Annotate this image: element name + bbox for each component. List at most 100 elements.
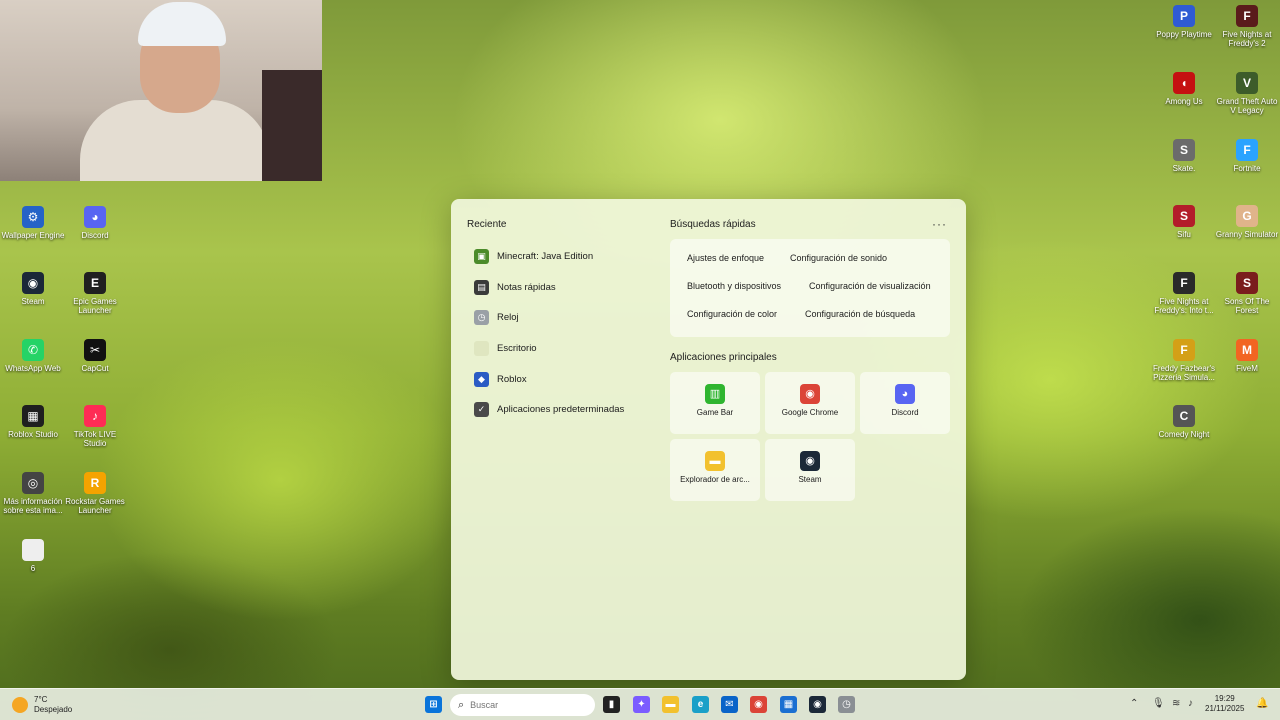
desktop-shortcut-label: WhatsApp Web [5, 364, 61, 373]
steam-icon: ◉ [22, 272, 44, 294]
top-app-tile[interactable]: ◕ Discord [860, 372, 950, 434]
desktop-shortcut[interactable]: ◖ Among Us [1151, 72, 1217, 106]
taskbar-search-box[interactable]: ⌕ [450, 694, 595, 716]
copilot-icon[interactable]: ✦ [633, 696, 650, 713]
volume-icon[interactable]: ♪ [1188, 698, 1193, 709]
desktop-shortcut-label: CapCut [81, 364, 109, 373]
search-icon: ⌕ [458, 698, 465, 711]
desktop-shortcut[interactable]: G Granny Simulator [1214, 205, 1280, 239]
desktop-shortcut[interactable]: S Skate. [1151, 139, 1217, 173]
wifi-icon[interactable]: ≋ [1172, 698, 1180, 709]
top-apps-heading: Aplicaciones principales [670, 352, 777, 363]
desktop-shortcut[interactable]: R Rockstar Games Launcher [62, 472, 128, 515]
quick-search-chip[interactable]: Configuración de visualización [809, 281, 931, 291]
microphone-icon[interactable]: 🎙 [1152, 698, 1165, 709]
desktop-shortcut-label: Skate. [1172, 164, 1196, 173]
show-hidden-icons-chevron-icon[interactable]: ⌃ [1130, 698, 1138, 709]
desktop-shortcut[interactable]: E Epic Games Launcher [62, 272, 128, 315]
quick-search-chip[interactable]: Ajustes de enfoque [687, 253, 764, 263]
top-app-label: Steam [798, 475, 822, 484]
recent-item-label: Aplicaciones predeterminadas [497, 404, 625, 416]
sticky-notes-icon: ▤ [474, 279, 489, 295]
desktop-shortcut[interactable]: M FiveM [1214, 339, 1280, 373]
desktop-shortcut-label: Poppy Playtime [1156, 30, 1212, 39]
desktop-shortcut[interactable]: F Five Nights at Freddy's 2 [1214, 5, 1280, 48]
windows-start-icon[interactable]: ⊞ [425, 696, 442, 713]
desktop-shortcut-label: Epic Games Launcher [73, 297, 117, 315]
desktop-shortcut-label: Discord [81, 231, 109, 240]
file-explorer-icon[interactable]: ▬ [662, 696, 679, 713]
desktop-shortcut-label: Freddy Fazbear's Pizzeria Simula... [1153, 364, 1215, 382]
recent-item[interactable]: Escritorio [467, 333, 657, 364]
clock-icon: ◷ [474, 310, 489, 326]
desktop-shortcut[interactable]: S Sifu [1151, 205, 1217, 239]
recent-item[interactable]: ▤ Notas rápidas [467, 272, 657, 303]
fnaf2-icon: F [1236, 5, 1258, 27]
desktop-shortcut[interactable]: S Sons Of The Forest [1214, 272, 1280, 315]
desktop-shortcut[interactable]: ✆ WhatsApp Web [0, 339, 66, 373]
desktop-shortcut[interactable]: ⚙ Wallpaper Engine [0, 206, 66, 240]
desktop-shortcut[interactable]: F Freddy Fazbear's Pizzeria Simula... [1151, 339, 1217, 382]
recent-item[interactable]: ▣ Minecraft: Java Edition [467, 241, 657, 272]
microsoft-store-icon[interactable]: ▦ [780, 696, 797, 713]
quick-searches-heading: Búsquedas rápidas [670, 219, 756, 230]
discord-icon: ◕ [84, 206, 106, 228]
desktop-shortcut-label: 6 [30, 564, 36, 573]
task-view-icon[interactable]: ▮ [603, 696, 620, 713]
desktop-shortcut[interactable]: ◎ Más información sobre esta ima... [0, 472, 66, 515]
desktop-shortcut[interactable]: F Fortnite [1214, 139, 1280, 173]
quick-search-chip[interactable]: Configuración de búsqueda [805, 309, 915, 319]
quick-search-chip[interactable]: Configuración de sonido [790, 253, 887, 263]
top-app-tile[interactable]: ▬ Explorador de arc... [670, 439, 760, 501]
recent-item[interactable]: ◷ Reloj [467, 302, 657, 333]
among-us-icon: ◖ [1173, 72, 1195, 94]
desktop-shortcut[interactable]: F Five Nights at Freddy's: Into t... [1151, 272, 1217, 315]
desktop-shortcut[interactable]: ♪ TikTok LIVE Studio [62, 405, 128, 448]
fnaf-into-icon: F [1173, 272, 1195, 294]
recent-item[interactable]: ◆ Roblox [467, 364, 657, 395]
poppy-playtime-icon: P [1173, 5, 1195, 27]
quick-search-chip[interactable]: Configuración de color [687, 309, 777, 319]
ffps-icon: F [1173, 339, 1195, 361]
recent-item-label: Roblox [497, 373, 527, 385]
desktop-shortcut-label: Sons Of The Forest [1224, 297, 1270, 315]
edge-icon[interactable]: e [692, 696, 709, 713]
top-app-tile[interactable]: ◉ Google Chrome [765, 372, 855, 434]
clock-icon[interactable]: ◷ [838, 696, 855, 713]
desktop-shortcut[interactable]: C Comedy Night [1151, 405, 1217, 439]
desktop-shortcut[interactable]: ◕ Discord [62, 206, 128, 240]
desktop-icon [474, 340, 489, 356]
taskbar: 7°C Despejado ⊞ ⌕ ▮ ✦ ▬ e ✉ ◉ ▦ ◉ ◷ ⌃ 🎙 ≋ ♪ 19:2… [0, 688, 1280, 720]
more-options-button[interactable]: ··· [932, 217, 947, 231]
recent-item-label: Notas rápidas [497, 281, 556, 293]
skate-icon: S [1173, 139, 1195, 161]
top-app-tile[interactable]: ◉ Steam [765, 439, 855, 501]
desktop-shortcut[interactable]: ◉ Steam [0, 272, 66, 306]
quick-search-chip[interactable]: Bluetooth y dispositivos [687, 281, 781, 291]
webcam-overlay [0, 0, 322, 181]
whatsapp-icon: ✆ [22, 339, 44, 361]
search-input[interactable] [470, 700, 581, 710]
clock-time: 19:29 [1214, 694, 1235, 703]
default-apps-icon: ✓ [474, 402, 489, 418]
minecraft-icon: ▣ [474, 248, 489, 264]
top-app-tile[interactable]: ▥ Game Bar [670, 372, 760, 434]
outlook-icon[interactable]: ✉ [721, 696, 738, 713]
steam-icon[interactable]: ◉ [809, 696, 826, 713]
roblox-studio-icon: ▦ [22, 405, 44, 427]
desktop-shortcut[interactable]: 6 [0, 539, 66, 573]
recent-item[interactable]: ✓ Aplicaciones predeterminadas [467, 394, 657, 425]
weather-widget[interactable]: 7°C Despejado [12, 695, 72, 715]
system-clock[interactable]: 19:29 21/11/2025 [1205, 694, 1244, 714]
desktop-shortcut[interactable]: V Grand Theft Auto V Legacy [1214, 72, 1280, 115]
desktop-shortcut[interactable]: ▦ Roblox Studio [0, 405, 66, 439]
chrome-icon[interactable]: ◉ [750, 696, 767, 713]
sifu-icon: S [1173, 205, 1195, 227]
notification-bell-icon[interactable]: 🔔 [1256, 698, 1268, 709]
desktop-shortcut-label: Granny Simulator [1215, 230, 1279, 239]
recent-list: ▣ Minecraft: Java Edition ▤ Notas rápidas ◷ R… [467, 241, 657, 425]
webcam-person-cap [138, 2, 226, 46]
desktop-shortcut[interactable]: P Poppy Playtime [1151, 5, 1217, 39]
desktop-shortcut[interactable]: ✂ CapCut [62, 339, 128, 373]
desktop-shortcut-label: Grand Theft Auto V Legacy [1216, 97, 1278, 115]
